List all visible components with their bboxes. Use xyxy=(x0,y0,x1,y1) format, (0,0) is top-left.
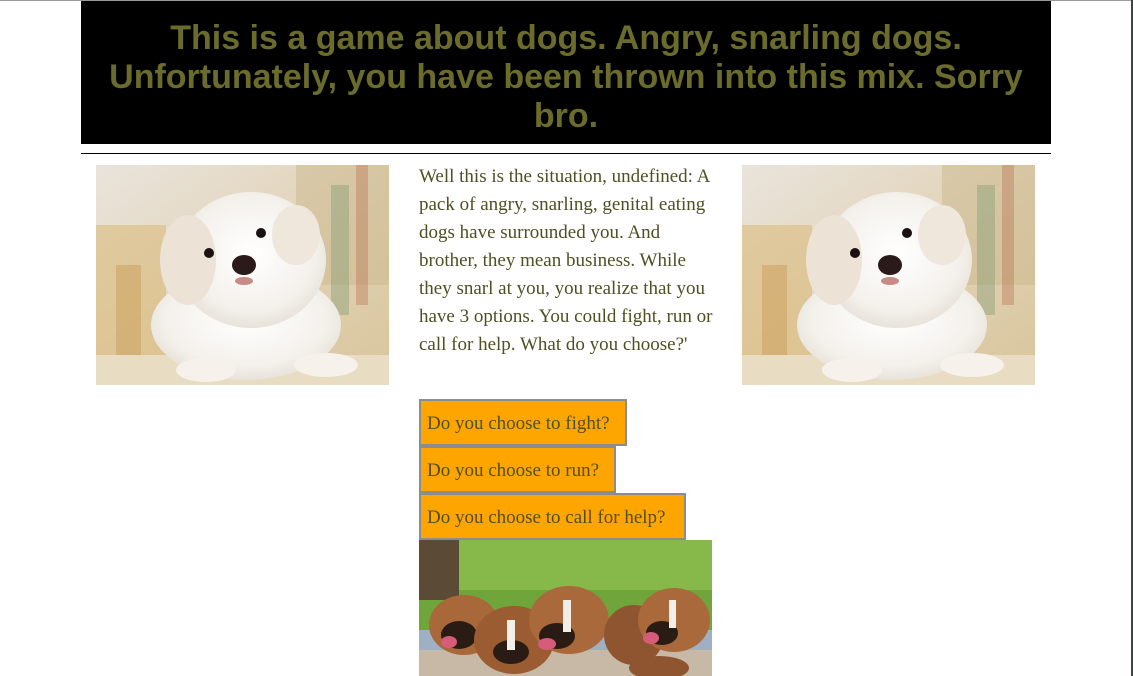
story-text: Well this is the situation, undefined: A… xyxy=(419,166,713,355)
boxer-puppies-image xyxy=(419,540,712,676)
run-button[interactable]: Do you choose to run? xyxy=(419,446,616,493)
header-divider xyxy=(81,153,1051,154)
puppy-image-right xyxy=(742,165,1035,385)
call-for-help-button[interactable]: Do you choose to call for help? xyxy=(419,493,686,540)
header-text: This is a game about dogs. Angry, snarli… xyxy=(109,19,1023,135)
page-header: This is a game about dogs. Angry, snarli… xyxy=(81,1,1051,144)
puppy-image-left xyxy=(96,165,389,385)
fight-button[interactable]: Do you choose to fight? xyxy=(419,399,627,446)
